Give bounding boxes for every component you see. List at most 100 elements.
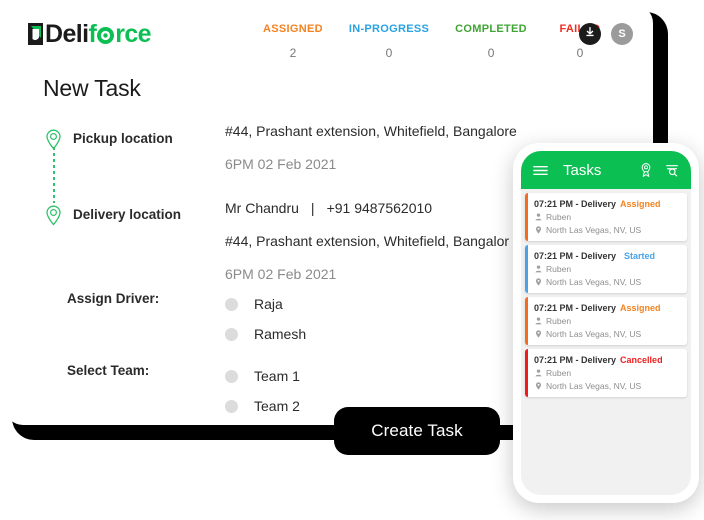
- radio-option-team-2[interactable]: Team 2: [225, 391, 300, 421]
- page-title: New Task: [43, 75, 141, 101]
- logo-o-glyph: [96, 25, 115, 44]
- task-driver-row: Ruben: [534, 264, 681, 274]
- task-location-row: North Las Vegas, NV, US: [534, 329, 681, 339]
- contact-separator: |: [310, 200, 315, 216]
- phone-task-list[interactable]: 07:21 PM - Delivery Assigned Ruben North…: [521, 189, 691, 397]
- person-icon: [534, 265, 542, 274]
- task-time-type: 07:21 PM - Delivery: [534, 251, 617, 261]
- task-list-item[interactable]: 07:21 PM - Delivery Cancelled Ruben Nort…: [525, 349, 687, 397]
- status-bar-indicator: [525, 297, 528, 345]
- radio-icon[interactable]: [225, 399, 238, 413]
- location-pin-rail: [43, 129, 65, 226]
- status-in-progress[interactable]: IN-PROGRESS 0: [349, 23, 429, 60]
- task-time-type: 07:21 PM - Delivery: [534, 199, 617, 209]
- status-bar-indicator: [525, 349, 528, 397]
- task-list-item[interactable]: 07:21 PM - Delivery Assigned Ruben North…: [525, 297, 687, 345]
- search-icon[interactable]: [663, 161, 681, 179]
- hamburger-menu-icon[interactable]: [531, 161, 549, 179]
- person-icon: [534, 317, 542, 326]
- app-topbar: Deli f rce ASSIGNED 2 IN-PROGRESS 0 COMP…: [5, 5, 653, 63]
- radio-icon[interactable]: [225, 297, 238, 311]
- task-driver-row: Ruben: [534, 212, 681, 222]
- status-bar-indicator: [525, 193, 528, 241]
- assign-driver-options: Raja Ramesh: [225, 289, 306, 349]
- status-counters: ASSIGNED 2 IN-PROGRESS 0 COMPLETED 0 FAI…: [263, 23, 607, 60]
- radio-option-label: Team 2: [254, 398, 300, 414]
- task-headline: 07:21 PM - Delivery Assigned: [534, 199, 681, 209]
- status-in-progress-label: IN-PROGRESS: [348, 23, 430, 35]
- deliforce-logo: Deli f rce: [27, 19, 152, 48]
- status-completed-label: COMPLETED: [455, 23, 527, 35]
- pickup-address: #44, Prashant extension, Whitefield, Ban…: [225, 123, 517, 139]
- user-avatar[interactable]: S: [611, 23, 633, 45]
- status-assigned-label: ASSIGNED: [263, 23, 323, 35]
- status-in-progress-count: 0: [385, 46, 393, 60]
- logo-text-dark: Deli: [45, 19, 89, 48]
- task-time-type: 07:21 PM - Delivery: [534, 355, 617, 365]
- avatar-initial: S: [618, 28, 626, 40]
- task-driver-row: Ruben: [534, 316, 681, 326]
- radio-option-raja[interactable]: Raja: [225, 289, 306, 319]
- task-headline: 07:21 PM - Delivery Started: [534, 251, 681, 261]
- task-location: North Las Vegas, NV, US: [546, 225, 642, 235]
- location-pin-icon: [534, 382, 542, 391]
- logo-text-green: f: [88, 19, 97, 48]
- delivery-contact-phone: +91 9487562010: [326, 200, 433, 216]
- delivery-pin-icon: [45, 205, 62, 226]
- task-time-type: 07:21 PM - Delivery: [534, 303, 617, 313]
- status-completed-count: 0: [487, 46, 495, 60]
- radio-icon[interactable]: [225, 327, 238, 341]
- task-list-item[interactable]: 07:21 PM - Delivery Started Ruben North …: [525, 245, 687, 293]
- task-status-badge: Assigned: [620, 199, 661, 209]
- radio-option-label: Raja: [254, 296, 283, 312]
- task-location: North Las Vegas, NV, US: [546, 381, 642, 391]
- task-list-item[interactable]: 07:21 PM - Delivery Assigned Ruben North…: [525, 193, 687, 241]
- status-assigned[interactable]: ASSIGNED 2: [263, 23, 323, 60]
- location-pin-icon: [534, 226, 542, 235]
- status-bar-indicator: [525, 245, 528, 293]
- task-headline: 07:21 PM - Delivery Cancelled: [534, 355, 681, 365]
- phone-screen: Tasks 07:21 PM - Delivery Assigned Ruben…: [521, 151, 691, 495]
- logo-text-green-tail: rce: [115, 19, 151, 48]
- create-task-button[interactable]: Create Task: [334, 407, 500, 455]
- task-status-badge: Assigned: [620, 303, 661, 313]
- status-assigned-count: 2: [289, 46, 297, 60]
- task-driver-name: Ruben: [546, 316, 572, 326]
- download-button[interactable]: [579, 23, 601, 45]
- phone-app-header: Tasks: [521, 151, 691, 189]
- radio-option-label: Team 1: [254, 368, 300, 384]
- phone-mockup: Tasks 07:21 PM - Delivery Assigned Ruben…: [513, 143, 699, 503]
- screenshot-stage: Deli f rce ASSIGNED 2 IN-PROGRESS 0 COMP…: [0, 0, 704, 520]
- topbar-actions: S: [579, 23, 633, 45]
- select-team-options: Team 1 Team 2: [225, 361, 300, 421]
- status-completed[interactable]: COMPLETED 0: [455, 23, 527, 60]
- radio-option-team-1[interactable]: Team 1: [225, 361, 300, 391]
- task-location-row: North Las Vegas, NV, US: [534, 277, 681, 287]
- task-headline: 07:21 PM - Delivery Assigned: [534, 303, 681, 313]
- task-status-badge: Cancelled: [620, 355, 663, 365]
- task-location: North Las Vegas, NV, US: [546, 277, 642, 287]
- task-driver-name: Ruben: [546, 264, 572, 274]
- task-driver-row: Ruben: [534, 368, 681, 378]
- assign-driver-label: Assign Driver:: [67, 291, 160, 306]
- logo-triangle-mark: [27, 22, 45, 46]
- phone-header-title: Tasks: [563, 161, 602, 179]
- pickup-location-label: Pickup location: [73, 131, 173, 146]
- location-pin-icon: [534, 330, 542, 339]
- task-driver-name: Ruben: [546, 212, 572, 222]
- location-pin-icon: [534, 278, 542, 287]
- delivery-contact-name: Mr Chandru: [225, 200, 299, 216]
- radio-option-ramesh[interactable]: Ramesh: [225, 319, 306, 349]
- task-status-badge: Started: [624, 251, 656, 261]
- status-failed-count: 0: [576, 46, 584, 60]
- pin-connector-line: [53, 147, 55, 203]
- task-driver-name: Ruben: [546, 368, 572, 378]
- radio-icon[interactable]: [225, 369, 238, 383]
- radio-option-label: Ramesh: [254, 326, 307, 342]
- download-icon: [584, 25, 596, 43]
- select-team-label: Select Team:: [67, 363, 150, 378]
- map-pin-icon[interactable]: [637, 161, 655, 179]
- task-location-row: North Las Vegas, NV, US: [534, 225, 681, 235]
- task-location-row: North Las Vegas, NV, US: [534, 381, 681, 391]
- task-location: North Las Vegas, NV, US: [546, 329, 642, 339]
